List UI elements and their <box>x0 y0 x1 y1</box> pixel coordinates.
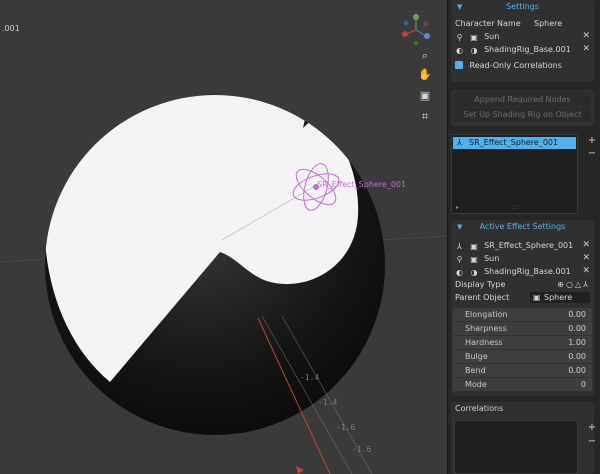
settings-title: Settings <box>506 2 539 11</box>
arrows-icon[interactable]: ⅄ <box>583 280 590 289</box>
material-icon: ◐ <box>456 268 463 277</box>
display-type-row: Display Type ⊕○△⅄ <box>451 278 594 291</box>
sidebar-panel: ▼ Settings Character Name Sphere ⚲ ▣ Sun… <box>447 0 600 474</box>
display-type-icons[interactable]: ⊕○△⅄ <box>557 278 590 291</box>
material-icon: ◐ <box>456 46 463 55</box>
camera-icon[interactable]: ▣ <box>418 89 432 103</box>
empty-object-label: SR_Effect_Sphere_001 <box>317 180 407 189</box>
setup-rig-button[interactable]: Set Up Shading Rig on Object <box>454 108 591 122</box>
axis-arrow-icon <box>296 466 304 474</box>
property-mode[interactable]: Mode 0 <box>453 378 592 391</box>
add-effect-button[interactable]: + <box>587 135 597 147</box>
grid-icon[interactable]: ⌗ <box>418 110 432 124</box>
effect-light-row: ⚲ ▣ Sun ✕ <box>451 252 594 265</box>
readonly-label: Read-Only Correlations <box>469 61 562 70</box>
collapse-caret-icon[interactable]: ▼ <box>457 0 462 14</box>
clear-rig-icon[interactable]: ✕ <box>582 265 590 278</box>
shading-rig-icon: ◑ <box>470 268 478 277</box>
parent-object-value: Sphere <box>544 293 573 302</box>
viewport-hud-label: .001 <box>2 24 20 33</box>
zoom-icon[interactable]: ⌕ <box>418 49 432 63</box>
active-effect-title: Active Effect Settings <box>479 222 566 231</box>
object-icon: ▣ <box>533 293 541 302</box>
append-nodes-button[interactable]: Append Required Nodes <box>454 93 591 107</box>
property-sharpness[interactable]: Sharpness 0.00 <box>453 322 592 335</box>
effect-rig-name[interactable]: ShadingRig_Base.001 <box>484 267 571 276</box>
shading-rig-icon: ◑ <box>470 46 478 55</box>
effects-list[interactable]: ⅄ SR_Effect_Sphere_001 ▸ ::: <box>451 134 578 214</box>
property-hardness[interactable]: Hardness 1.00 <box>453 336 592 349</box>
expand-list-icon[interactable]: ▸ <box>456 204 459 211</box>
effect-name-row: ⅄ ▣ SR_Effect_Sphere_001 ✕ <box>451 239 594 252</box>
effect-rig-row: ◐ ◑ ShadingRig_Base.001 ✕ <box>451 265 594 278</box>
clear-effect-icon[interactable]: ✕ <box>582 239 590 252</box>
property-elongation[interactable]: Elongation 0.00 <box>453 308 592 321</box>
circle-icon[interactable]: ○ <box>566 280 575 289</box>
pan-hand-icon[interactable]: ✋ <box>418 68 432 82</box>
light-icon: ⚲ <box>456 255 463 264</box>
collapse-caret-icon[interactable]: ▼ <box>457 220 462 234</box>
plain-axes-icon[interactable]: ⊕ <box>557 280 566 289</box>
navigation-gizmo <box>402 14 430 46</box>
effect-icon: ⅄ <box>457 138 462 147</box>
object-icon: ▣ <box>470 242 478 251</box>
readonly-checkbox[interactable] <box>455 61 463 69</box>
clear-light-icon[interactable]: ✕ <box>582 252 590 265</box>
light-name[interactable]: Sun <box>484 32 499 41</box>
light-row: ⚲ ▣ Sun ✕ <box>451 30 594 43</box>
property-bulge[interactable]: Bulge 0.00 <box>453 350 592 363</box>
resize-handle-icon[interactable]: ::: <box>512 204 518 211</box>
effect-name[interactable]: SR_Effect_Sphere_001 <box>484 241 573 250</box>
svg-text:-1.4: -1.4 <box>300 373 319 382</box>
list-item[interactable]: ⅄ SR_Effect_Sphere_001 <box>453 137 576 149</box>
svg-text:-1.6: -1.6 <box>352 445 371 454</box>
effect-icon: ⅄ <box>457 242 462 251</box>
actions-panel: Append Required Nodes Set Up Shading Rig… <box>451 90 594 126</box>
character-name-value[interactable]: Sphere <box>534 17 562 30</box>
viewport-canvas[interactable]: -1.4 -1.4 -1.6 -1.6 <box>0 0 447 474</box>
clear-rig-icon[interactable]: ✕ <box>582 43 590 56</box>
active-effect-panel: ▼ Active Effect Settings ⅄ ▣ SR_Effect_S… <box>451 220 594 396</box>
correlations-list[interactable] <box>454 420 578 474</box>
property-bend[interactable]: Bend 0.00 <box>453 364 592 377</box>
readonly-row[interactable]: Read-Only Correlations <box>451 59 594 72</box>
object-icon: ▣ <box>470 255 478 264</box>
settings-panel: ▼ Settings Character Name Sphere ⚲ ▣ Sun… <box>451 0 594 82</box>
effect-light-name[interactable]: Sun <box>484 254 499 263</box>
svg-text:-1.6: -1.6 <box>336 423 355 432</box>
rig-name[interactable]: ShadingRig_Base.001 <box>484 45 571 54</box>
3d-viewport[interactable]: -1.4 -1.4 -1.6 -1.6 .001 SR_Effect_Spher… <box>0 0 447 474</box>
character-name-row: Character Name Sphere <box>451 17 594 30</box>
object-icon: ▣ <box>470 33 478 42</box>
add-correlation-button[interactable]: + <box>587 422 597 434</box>
clear-light-icon[interactable]: ✕ <box>582 30 590 43</box>
cone-icon[interactable]: △ <box>575 280 583 289</box>
character-name-label: Character Name <box>455 19 521 28</box>
remove-effect-button[interactable]: − <box>587 148 597 160</box>
properties-list: Elongation 0.00 Sharpness 0.00 Hardness … <box>451 308 594 391</box>
settings-header[interactable]: ▼ Settings <box>451 0 594 14</box>
parent-object-row: Parent Object ▣ Sphere <box>451 291 594 304</box>
svg-text:-1.4: -1.4 <box>318 398 337 407</box>
display-type-label: Display Type <box>455 280 506 289</box>
light-icon: ⚲ <box>456 33 463 42</box>
rig-row: ◐ ◑ ShadingRig_Base.001 ✕ <box>451 43 594 56</box>
correlations-header: Correlations <box>455 404 504 413</box>
active-effect-header[interactable]: ▼ Active Effect Settings <box>451 220 594 234</box>
parent-object-field[interactable]: ▣ Sphere <box>530 292 590 303</box>
parent-object-label: Parent Object <box>455 293 510 302</box>
remove-correlation-button[interactable]: − <box>587 436 597 448</box>
